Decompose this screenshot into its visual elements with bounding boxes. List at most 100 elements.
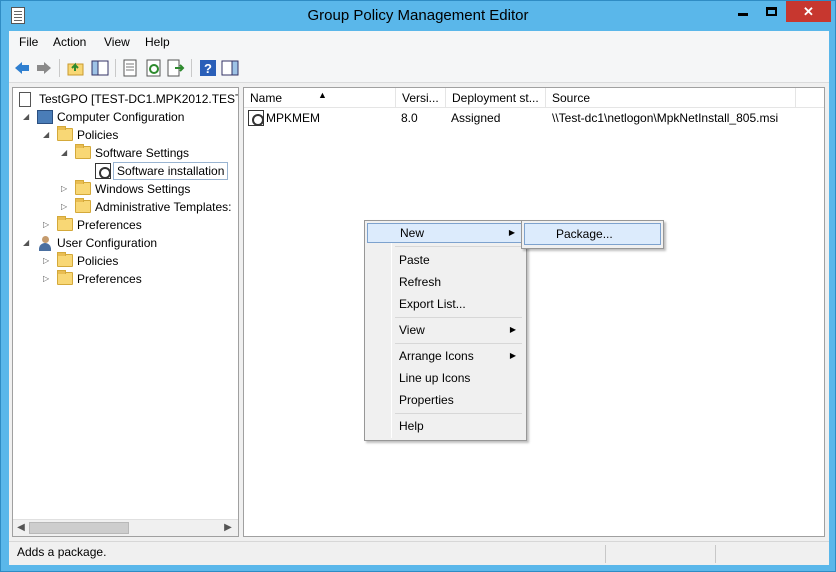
tree-label: Administrative Templates: [95, 200, 232, 214]
tree-item-user-preferences[interactable]: ▷ Preferences [43, 270, 238, 288]
folder-icon [75, 198, 91, 213]
column-header-name[interactable]: Name ▲ [244, 88, 396, 108]
title-bar[interactable]: Group Policy Management Editor ✕ [1, 1, 835, 31]
expand-arrow-icon[interactable]: ▷ [61, 198, 71, 216]
menu-item-line-up-icons[interactable]: Line up Icons [367, 368, 524, 388]
collapse-arrow-icon[interactable]: ◢ [23, 108, 33, 126]
submenu-arrow-icon: ▶ [509, 351, 516, 360]
menu-help[interactable]: Help [145, 35, 170, 49]
scroll-left-icon[interactable]: ◀ [15, 522, 27, 533]
tree-item-computer-configuration[interactable]: ◢ Computer Configuration [23, 108, 238, 126]
menu-item-arrange-icons[interactable]: Arrange Icons ▶ [367, 346, 524, 366]
column-label: Source [552, 91, 591, 105]
tree-label: Software Settings [95, 146, 190, 160]
expand-arrow-icon[interactable]: ▷ [61, 180, 71, 198]
tree-label: Windows Settings [95, 182, 191, 196]
toolbar-separator [115, 59, 116, 77]
tree-label: TestGPO [TEST-DC1.MPK2012.TEST] P [39, 92, 239, 106]
column-label: Deployment st... [452, 91, 539, 105]
refresh-icon[interactable] [145, 59, 163, 77]
menu-label: Refresh [399, 275, 442, 289]
menu-item-package[interactable]: Package... [524, 223, 661, 245]
cell-source: \\Test-dc1\netlogon\MpkNetInstall_805.ms… [552, 111, 779, 125]
tree-item-policies[interactable]: ◢ Policies [43, 126, 238, 144]
collapse-arrow-icon[interactable]: ◢ [61, 144, 71, 162]
folder-icon [57, 126, 73, 141]
menu-separator [395, 317, 522, 318]
menu-label: Line up Icons [399, 371, 471, 385]
tree-label: Preferences [77, 218, 142, 232]
show-action-pane-icon[interactable] [221, 59, 239, 77]
minimize-button[interactable] [729, 1, 757, 22]
tree-item-software-installation[interactable]: Software installation [93, 162, 238, 180]
forward-arrow-icon[interactable] [35, 59, 53, 77]
menu-label: Properties [399, 393, 454, 407]
toolbar-separator [191, 59, 192, 77]
scroll-right-icon[interactable]: ▶ [222, 522, 234, 533]
new-submenu: Package... [521, 220, 664, 249]
table-row[interactable]: MPKMEM 8.0 Assigned \\Test-dc1\netlogon\… [244, 109, 824, 127]
tree-label: Computer Configuration [57, 110, 185, 124]
tree-item-administrative-templates[interactable]: ▷ Administrative Templates: [61, 198, 238, 216]
column-header-version[interactable]: Versi... [396, 88, 446, 108]
tree-item-user-policies[interactable]: ▷ Policies [43, 252, 238, 270]
tree-label: Policies [77, 254, 119, 268]
maximize-button[interactable] [757, 1, 785, 22]
tree-item-user-configuration[interactable]: ◢ User Configuration [23, 234, 238, 252]
menu-label: Arrange Icons [399, 349, 474, 363]
folder-icon [57, 252, 73, 267]
menu-separator [395, 413, 522, 414]
menu-item-export-list[interactable]: Export List... [367, 294, 524, 314]
maximize-icon [765, 7, 777, 16]
column-header-row: Name ▲ Versi... Deployment st... Source [244, 88, 824, 108]
status-divider [605, 545, 606, 563]
menu-item-new[interactable]: New ▶ [367, 223, 524, 243]
menu-item-paste[interactable]: Paste [367, 250, 524, 270]
submenu-arrow-icon: ▶ [508, 228, 515, 237]
user-icon [37, 235, 53, 251]
scrollbar-thumb[interactable] [29, 522, 129, 534]
expand-arrow-icon[interactable]: ▷ [43, 216, 53, 234]
help-icon[interactable]: ? [199, 59, 217, 77]
close-button[interactable]: ✕ [786, 1, 831, 22]
context-menu: New ▶ Paste Refresh Export List... View … [364, 220, 527, 441]
tree-label: Software installation [113, 162, 229, 180]
cell-deployment-state: Assigned [451, 111, 501, 125]
tree-item-windows-settings[interactable]: ▷ Windows Settings [61, 180, 238, 198]
column-header-deployment-state[interactable]: Deployment st... [446, 88, 546, 108]
status-bar: Adds a package. [9, 541, 829, 565]
horizontal-scrollbar[interactable]: ◀ ▶ [13, 519, 238, 536]
folder-icon [75, 180, 91, 195]
collapse-arrow-icon[interactable]: ◢ [43, 126, 53, 144]
package-icon [248, 110, 264, 126]
menu-file[interactable]: File [19, 35, 38, 49]
gpo-document-icon [19, 92, 31, 107]
expand-arrow-icon[interactable]: ▷ [43, 252, 53, 270]
tree-item-preferences[interactable]: ▷ Preferences [43, 216, 238, 234]
sort-ascending-icon: ▲ [318, 90, 327, 100]
collapse-arrow-icon[interactable]: ◢ [23, 234, 33, 252]
menu-item-refresh[interactable]: Refresh [367, 272, 524, 292]
tree-item-software-settings[interactable]: ◢ Software Settings [61, 144, 238, 162]
tree-label: Policies [77, 128, 119, 142]
column-header-source[interactable]: Source [546, 88, 796, 108]
menu-item-help[interactable]: Help [367, 416, 524, 436]
tree-item-root[interactable]: TestGPO [TEST-DC1.MPK2012.TEST] P [17, 90, 239, 108]
menu-item-properties[interactable]: Properties [367, 390, 524, 410]
expand-arrow-icon[interactable]: ▷ [43, 270, 53, 288]
console-tree: TestGPO [TEST-DC1.MPK2012.TEST] P ◢ Comp… [12, 87, 239, 537]
menu-view[interactable]: View [104, 35, 130, 49]
folder-icon [57, 270, 73, 285]
minimize-icon [738, 13, 748, 16]
back-arrow-icon[interactable] [13, 59, 31, 77]
menu-label: New [400, 226, 425, 240]
properties-sheet-icon[interactable] [121, 59, 139, 77]
submenu-arrow-icon: ▶ [509, 325, 516, 334]
export-list-icon[interactable] [167, 59, 185, 77]
folder-icon [75, 144, 91, 159]
up-folder-icon[interactable] [67, 59, 85, 77]
menu-label: View [399, 323, 425, 337]
menu-action[interactable]: Action [53, 35, 86, 49]
show-hide-tree-icon[interactable] [91, 59, 109, 77]
menu-item-view[interactable]: View ▶ [367, 320, 524, 340]
